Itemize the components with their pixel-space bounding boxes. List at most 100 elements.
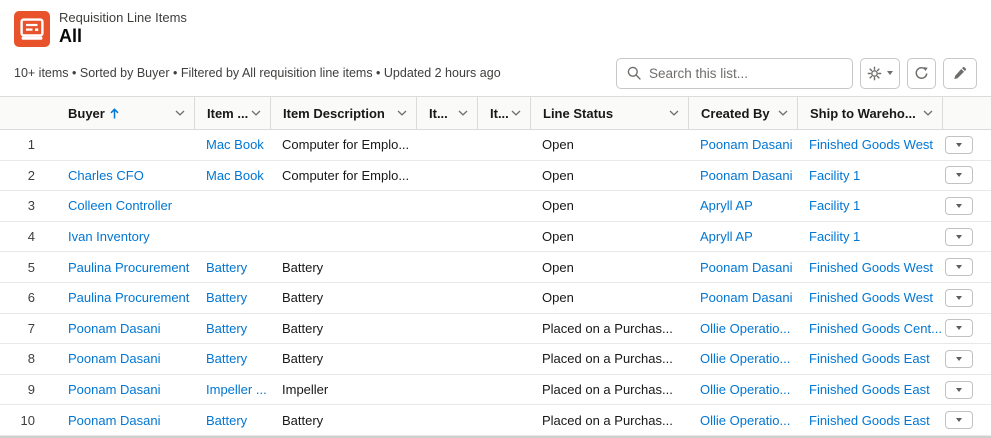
it2-cell xyxy=(477,405,530,435)
item-link[interactable]: Battery xyxy=(194,405,270,435)
row-actions-button[interactable] xyxy=(945,166,973,184)
row-actions-button[interactable] xyxy=(945,319,973,337)
row-number: 10 xyxy=(0,405,48,435)
list-settings-button[interactable] xyxy=(860,58,900,89)
buyer-link[interactable]: Paulina Procurement xyxy=(48,283,194,313)
row-number: 5 xyxy=(0,252,48,282)
search-icon xyxy=(627,66,641,80)
ship-to-warehouse-link[interactable]: Finished Goods East xyxy=(797,375,942,405)
table-row: 10 Poonam Dasani Battery Battery Placed … xyxy=(0,405,991,436)
chevron-down-icon[interactable] xyxy=(923,110,933,116)
chevron-down-icon[interactable] xyxy=(397,110,407,116)
column-header-buyer[interactable]: Buyer xyxy=(48,97,194,129)
edit-list-button[interactable] xyxy=(943,58,977,89)
chevron-down-icon[interactable] xyxy=(511,110,521,116)
column-header-item[interactable]: Item ... xyxy=(194,97,270,129)
table-row: 9 Poonam Dasani Impeller ... Impeller Pl… xyxy=(0,375,991,406)
chevron-down-icon[interactable] xyxy=(175,110,185,116)
ship-to-warehouse-link[interactable]: Facility 1 xyxy=(797,222,942,252)
chevron-down-icon[interactable] xyxy=(778,110,788,116)
created-by-link[interactable]: Ollie Operatio... xyxy=(688,344,797,374)
item-link[interactable]: Mac Book xyxy=(194,161,270,191)
buyer-link[interactable]: Colleen Controller xyxy=(48,191,194,221)
buyer-link[interactable] xyxy=(48,130,194,160)
row-number: 6 xyxy=(0,283,48,313)
table-row: 4 Ivan Inventory Open Apryll AP Facility… xyxy=(0,222,991,253)
line-status-cell: Open xyxy=(530,161,688,191)
chevron-down-icon[interactable] xyxy=(669,110,679,116)
ship-to-warehouse-link[interactable]: Finished Goods East xyxy=(797,344,942,374)
ship-to-warehouse-link[interactable]: Finished Goods Cent... xyxy=(797,314,942,344)
column-header-created-by[interactable]: Created By xyxy=(688,97,797,129)
buyer-link[interactable]: Poonam Dasani xyxy=(48,344,194,374)
buyer-link[interactable]: Paulina Procurement xyxy=(48,252,194,282)
ship-to-warehouse-link[interactable]: Finished Goods West xyxy=(797,283,942,313)
created-by-link[interactable]: Poonam Dasani xyxy=(688,130,797,160)
created-by-link[interactable]: Poonam Dasani xyxy=(688,283,797,313)
row-number: 7 xyxy=(0,314,48,344)
column-header-it1[interactable]: It... xyxy=(416,97,477,129)
column-header-line-status[interactable]: Line Status xyxy=(530,97,688,129)
buyer-link[interactable]: Charles CFO xyxy=(48,161,194,191)
row-number-column-header xyxy=(0,97,48,129)
item-link[interactable]: Battery xyxy=(194,283,270,313)
ship-to-warehouse-link[interactable]: Finished Goods West xyxy=(797,130,942,160)
row-number: 1 xyxy=(0,130,48,160)
created-by-link[interactable]: Apryll AP xyxy=(688,191,797,221)
row-actions-button[interactable] xyxy=(945,411,973,429)
ship-to-warehouse-link[interactable]: Finished Goods East xyxy=(797,405,942,435)
ship-to-warehouse-link[interactable]: Finished Goods West xyxy=(797,252,942,282)
row-number: 8 xyxy=(0,344,48,374)
line-status-cell: Placed on a Purchas... xyxy=(530,375,688,405)
ship-to-warehouse-link[interactable]: Facility 1 xyxy=(797,191,942,221)
row-actions-button[interactable] xyxy=(945,228,973,246)
column-header-item-description[interactable]: Item Description xyxy=(270,97,416,129)
column-header-ship-to-warehouse[interactable]: Ship to Wareho... xyxy=(797,97,942,129)
row-actions-button[interactable] xyxy=(945,289,973,307)
ship-to-warehouse-link[interactable]: Facility 1 xyxy=(797,161,942,191)
item-link[interactable]: Impeller ... xyxy=(194,375,270,405)
page-title[interactable]: All xyxy=(59,26,187,47)
row-actions-button[interactable] xyxy=(945,136,973,154)
item-link[interactable]: Battery xyxy=(194,344,270,374)
created-by-link[interactable]: Ollie Operatio... xyxy=(688,314,797,344)
dropdown-triangle-icon xyxy=(956,173,962,177)
item-link[interactable]: Mac Book xyxy=(194,130,270,160)
row-actions-button[interactable] xyxy=(945,350,973,368)
buyer-link[interactable]: Poonam Dasani xyxy=(48,314,194,344)
chevron-down-icon[interactable] xyxy=(251,110,261,116)
row-number: 9 xyxy=(0,375,48,405)
row-actions-column-header xyxy=(942,97,991,129)
it2-cell xyxy=(477,375,530,405)
row-number: 2 xyxy=(0,161,48,191)
column-header-it2[interactable]: It... xyxy=(477,97,530,129)
chevron-down-icon[interactable] xyxy=(458,110,468,116)
search-box[interactable] xyxy=(616,58,853,89)
created-by-link[interactable]: Apryll AP xyxy=(688,222,797,252)
item-link[interactable]: Battery xyxy=(194,314,270,344)
buyer-link[interactable]: Ivan Inventory xyxy=(48,222,194,252)
created-by-link[interactable]: Ollie Operatio... xyxy=(688,375,797,405)
row-actions-button[interactable] xyxy=(945,197,973,215)
it1-cell xyxy=(416,130,477,160)
buyer-link[interactable]: Poonam Dasani xyxy=(48,375,194,405)
search-input[interactable] xyxy=(649,66,842,81)
created-by-link[interactable]: Poonam Dasani xyxy=(688,252,797,282)
item-link[interactable] xyxy=(194,191,270,221)
dropdown-triangle-icon xyxy=(956,143,962,147)
list-status-line: 10+ items • Sorted by Buyer • Filtered b… xyxy=(14,66,501,80)
row-actions-button[interactable] xyxy=(945,381,973,399)
requisition-line-items-table: Buyer Item ... Item Description It... xyxy=(0,96,991,438)
item-link[interactable]: Battery xyxy=(194,252,270,282)
it1-cell xyxy=(416,252,477,282)
it2-cell xyxy=(477,222,530,252)
created-by-link[interactable]: Poonam Dasani xyxy=(688,161,797,191)
table-header-row: Buyer Item ... Item Description It... xyxy=(0,96,991,130)
item-description-cell xyxy=(270,222,416,252)
refresh-button[interactable] xyxy=(907,58,936,89)
row-actions-button[interactable] xyxy=(945,258,973,276)
created-by-link[interactable]: Ollie Operatio... xyxy=(688,405,797,435)
item-link[interactable] xyxy=(194,222,270,252)
line-status-cell: Open xyxy=(530,222,688,252)
buyer-link[interactable]: Poonam Dasani xyxy=(48,405,194,435)
